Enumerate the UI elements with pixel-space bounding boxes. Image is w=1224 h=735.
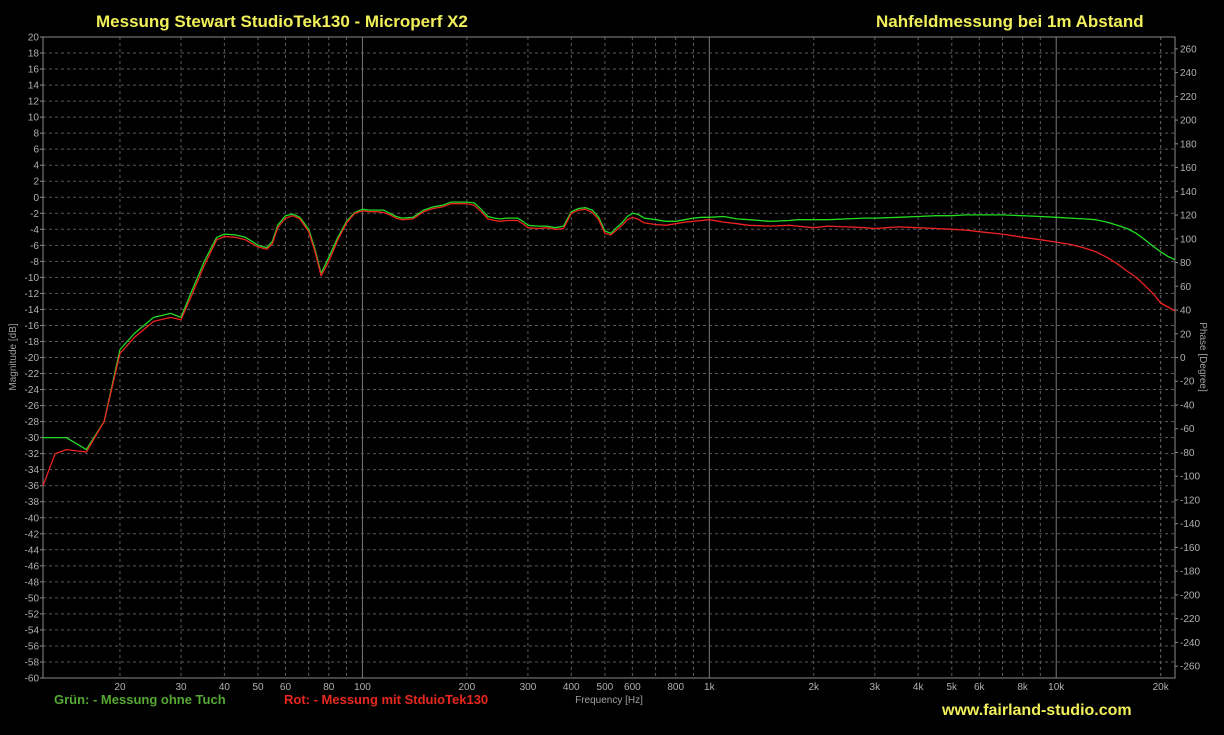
y-tick-label: 2 bbox=[33, 177, 39, 188]
y-tick-label: 4 bbox=[33, 161, 39, 172]
y-tick-label: -48 bbox=[25, 577, 40, 588]
y2-tick-label: -160 bbox=[1180, 543, 1200, 554]
y2-tick-label: 200 bbox=[1180, 116, 1197, 127]
y2-tick-label: 120 bbox=[1180, 211, 1197, 222]
y-tick-label: -52 bbox=[25, 609, 40, 620]
x-tick-label: 20k bbox=[1153, 682, 1170, 693]
y2-tick-label: -120 bbox=[1180, 495, 1200, 506]
x-tick-label: 50 bbox=[252, 682, 264, 693]
y-tick-label: -2 bbox=[30, 209, 39, 220]
legend-red-series: Rot: - Messung mit StduioTek130 bbox=[284, 692, 489, 707]
y2-tick-label: -240 bbox=[1180, 638, 1200, 649]
y-tick-label: -12 bbox=[25, 289, 40, 300]
y-tick-label: -32 bbox=[25, 449, 40, 460]
y2-tick-label: -80 bbox=[1180, 448, 1195, 459]
y-tick-label: 6 bbox=[33, 145, 39, 156]
y2-tick-label: 180 bbox=[1180, 139, 1197, 150]
x-tick-label: 8k bbox=[1017, 682, 1029, 693]
y-tick-label: 8 bbox=[33, 129, 39, 140]
x-tick-label: 5k bbox=[947, 682, 959, 693]
y-tick-label: -58 bbox=[25, 657, 40, 668]
legend-green-series: Grün: - Messung ohne Tuch bbox=[54, 692, 226, 707]
x-tick-label: 3k bbox=[870, 682, 882, 693]
y2-tick-label: -220 bbox=[1180, 614, 1200, 625]
frequency-response-chart: 20181614121086420-2-4-6-8-10-12-14-16-18… bbox=[8, 33, 1208, 707]
y-tick-label: 18 bbox=[28, 49, 40, 60]
y2-tick-label: 80 bbox=[1180, 258, 1192, 269]
y-tick-label: -16 bbox=[25, 321, 40, 332]
x-tick-label: 500 bbox=[597, 682, 614, 693]
y-tick-label: -50 bbox=[25, 593, 40, 604]
y-tick-label: 16 bbox=[28, 65, 40, 76]
y-tick-label: -10 bbox=[25, 273, 40, 284]
y-tick-label: -44 bbox=[25, 545, 40, 556]
y2-tick-label: 220 bbox=[1180, 92, 1197, 103]
x-tick-label: 2k bbox=[808, 682, 820, 693]
tick-labels: 20181614121086420-2-4-6-8-10-12-14-16-18… bbox=[25, 33, 1201, 694]
y2-tick-label: -40 bbox=[1180, 400, 1195, 411]
y-tick-label: -36 bbox=[25, 481, 40, 492]
y2-tick-label: 140 bbox=[1180, 187, 1197, 198]
x-tick-label: 10k bbox=[1048, 682, 1065, 693]
y-tick-label: -22 bbox=[25, 369, 40, 380]
website-link[interactable]: www.fairland-studio.com bbox=[942, 702, 1132, 720]
y2-tick-label: -180 bbox=[1180, 567, 1200, 578]
y-tick-label: -56 bbox=[25, 641, 40, 652]
x-axis-label: Frequency [Hz] bbox=[575, 695, 643, 706]
y2-tick-label: 100 bbox=[1180, 234, 1197, 245]
y-tick-label: 12 bbox=[28, 97, 40, 108]
y-tick-label: -18 bbox=[25, 337, 40, 348]
x-tick-label: 300 bbox=[520, 682, 537, 693]
y2-tick-label: 160 bbox=[1180, 163, 1197, 174]
y2-tick-label: -60 bbox=[1180, 424, 1195, 435]
series-group bbox=[42, 201, 1176, 486]
x-tick-label: 400 bbox=[563, 682, 580, 693]
y2-tick-label: 60 bbox=[1180, 282, 1192, 293]
x-tick-label: 600 bbox=[624, 682, 641, 693]
y-tick-label: -24 bbox=[25, 385, 40, 396]
y-tick-label: -60 bbox=[25, 674, 40, 685]
y-tick-label: -38 bbox=[25, 497, 40, 508]
y2-tick-label: 40 bbox=[1180, 306, 1192, 317]
y-tick-label: -26 bbox=[25, 401, 40, 412]
y-tick-label: -30 bbox=[25, 433, 40, 444]
y-tick-label: 20 bbox=[28, 33, 40, 44]
y-tick-label: -20 bbox=[25, 353, 40, 364]
y2-tick-label: 20 bbox=[1180, 329, 1192, 340]
y-tick-label: -42 bbox=[25, 529, 40, 540]
y-tick-label: -14 bbox=[25, 305, 40, 316]
x-tick-label: 1k bbox=[704, 682, 716, 693]
y2-tick-label: -20 bbox=[1180, 377, 1195, 388]
x-tick-label: 4k bbox=[913, 682, 925, 693]
y-tick-label: -6 bbox=[30, 241, 39, 252]
y2-tick-label: 0 bbox=[1180, 353, 1186, 364]
y-tick-label: 0 bbox=[33, 193, 39, 204]
y2-tick-label: 240 bbox=[1180, 68, 1197, 79]
y2-axis-label: Phase [Degree] bbox=[1197, 322, 1208, 392]
x-tick-label: 6k bbox=[974, 682, 986, 693]
y2-tick-label: -200 bbox=[1180, 590, 1200, 601]
y2-tick-label: -140 bbox=[1180, 519, 1200, 530]
x-tick-label: 800 bbox=[667, 682, 684, 693]
y-tick-label: -46 bbox=[25, 561, 40, 572]
y-tick-label: -54 bbox=[25, 625, 40, 636]
y2-tick-label: -260 bbox=[1180, 662, 1200, 673]
y-tick-label: 10 bbox=[28, 113, 40, 124]
y-axis-label: Magnitude [dB] bbox=[8, 323, 19, 390]
y-tick-label: -8 bbox=[30, 257, 39, 268]
y-tick-label: -28 bbox=[25, 417, 40, 428]
y-tick-label: -4 bbox=[30, 225, 39, 236]
y2-tick-label: 260 bbox=[1180, 44, 1197, 55]
grid bbox=[43, 37, 1175, 678]
y-tick-label: 14 bbox=[28, 81, 40, 92]
y2-tick-label: -100 bbox=[1180, 472, 1200, 483]
y-tick-label: -34 bbox=[25, 465, 40, 476]
y-tick-label: -40 bbox=[25, 513, 40, 524]
